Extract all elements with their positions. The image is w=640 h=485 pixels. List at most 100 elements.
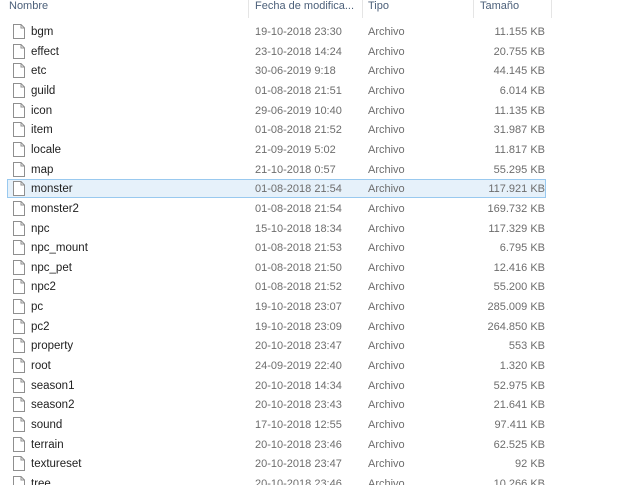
file-date: 19-10-2018 23:09 (255, 321, 342, 333)
file-size: 21.641 KB (493, 399, 545, 411)
file-row-property[interactable]: property 20-10-2018 23:47 Archivo 553 KB (7, 336, 546, 355)
file-row-npc_mount[interactable]: npc_mount 01-08-2018 21:53 Archivo 6.795 KB (7, 238, 546, 257)
file-name: locale (31, 144, 62, 156)
file-row-bgm[interactable]: bgm 19-10-2018 23:30 Archivo 11.155 KB (7, 22, 546, 41)
file-name: bgm (31, 26, 54, 38)
file-date: 20-10-2018 23:46 (255, 439, 342, 451)
file-size: 31.987 KB (493, 124, 545, 136)
file-name: npc_mount (31, 242, 88, 254)
file-type: Archivo (368, 26, 405, 38)
file-type: Archivo (368, 183, 405, 195)
file-row-monster2[interactable]: monster2 01-08-2018 21:54 Archivo 169.732 K… (7, 199, 546, 218)
file-row-pc[interactable]: pc 19-10-2018 23:07 Archivo 285.009 KB (7, 297, 546, 316)
file-name: effect (31, 46, 59, 58)
file-date: 20-10-2018 23:47 (255, 458, 342, 470)
file-row-guild[interactable]: guild 01-08-2018 21:51 Archivo 6.014 KB (7, 81, 546, 100)
file-name: sound (31, 419, 63, 431)
file-type: Archivo (368, 458, 405, 470)
file-type: Archivo (368, 124, 405, 136)
file-row-season1[interactable]: season1 20-10-2018 14:34 Archivo 52.975 KB (7, 376, 546, 395)
file-row-effect[interactable]: effect 23-10-2018 14:24 Archivo 20.755 KB (7, 42, 546, 61)
file-type: Archivo (368, 419, 405, 431)
file-size: 1.320 KB (499, 360, 545, 372)
file-name: root (31, 360, 51, 372)
file-date: 29-06-2019 10:40 (255, 105, 342, 117)
file-date: 20-10-2018 23:43 (255, 399, 342, 411)
file-size: 55.295 KB (493, 164, 545, 176)
file-icon (13, 221, 25, 236)
column-divider[interactable] (362, 0, 363, 18)
file-size: 62.525 KB (493, 439, 545, 451)
file-icon (13, 181, 25, 196)
file-icon (13, 260, 25, 275)
file-row-npc2[interactable]: npc2 01-08-2018 21:52 Archivo 55.200 KB (7, 277, 546, 296)
file-row-etc[interactable]: etc 30-06-2019 9:18 Archivo 44.145 KB (7, 61, 546, 80)
file-type: Archivo (368, 262, 405, 274)
file-row-root[interactable]: root 24-09-2019 22:40 Archivo 1.320 KB (7, 356, 546, 375)
file-icon (13, 103, 25, 118)
file-size: 6.795 KB (499, 242, 545, 254)
file-row-npc_pet[interactable]: npc_pet 01-08-2018 21:50 Archivo 12.416 KB (7, 258, 546, 277)
file-date: 30-06-2019 9:18 (255, 65, 336, 77)
file-icon (13, 83, 25, 98)
file-row-season2[interactable]: season2 20-10-2018 23:43 Archivo 21.641 KB (7, 395, 546, 414)
file-icon (13, 456, 25, 471)
file-type: Archivo (368, 380, 405, 392)
file-name: tree (31, 478, 51, 485)
file-row-npc[interactable]: npc 15-10-2018 18:34 Archivo 117.329 KB (7, 219, 546, 238)
file-date: 20-10-2018 14:34 (255, 380, 342, 392)
file-size: 52.975 KB (493, 380, 545, 392)
file-row-pc2[interactable]: pc2 19-10-2018 23:09 Archivo 264.850 KB (7, 317, 546, 336)
file-type: Archivo (368, 301, 405, 313)
file-size: 11.135 KB (494, 105, 545, 117)
column-header-date[interactable]: Fecha de modifica... (255, 0, 360, 14)
file-name: monster (31, 183, 73, 195)
file-size: 44.145 KB (493, 65, 545, 77)
file-name: pc (31, 301, 44, 313)
file-name: season1 (31, 380, 75, 392)
column-header-type[interactable]: Tipo (368, 0, 468, 14)
file-date: 01-08-2018 21:52 (255, 124, 342, 136)
file-icon (13, 142, 25, 157)
file-type: Archivo (368, 281, 405, 293)
file-icon (13, 437, 25, 452)
file-icon (13, 240, 25, 255)
file-size: 285.009 KB (487, 301, 546, 313)
file-icon (13, 24, 25, 39)
file-row-tree[interactable]: tree 20-10-2018 23:46 Archivo 10.266 KB (7, 474, 546, 485)
file-row-terrain[interactable]: terrain 20-10-2018 23:46 Archivo 62.525 KB (7, 435, 546, 454)
file-row-monster[interactable]: monster 01-08-2018 21:54 Archivo 117.921 KB (7, 179, 546, 198)
file-size: 55.200 KB (493, 281, 545, 293)
file-name: etc (31, 65, 47, 77)
file-type: Archivo (368, 46, 405, 58)
column-divider[interactable] (473, 0, 474, 18)
file-name: npc2 (31, 281, 56, 293)
file-name: season2 (31, 399, 75, 411)
file-size: 11.155 KB (494, 26, 545, 38)
file-icon (13, 162, 25, 177)
column-header-size[interactable]: Tamaño (480, 0, 550, 14)
file-type: Archivo (368, 85, 405, 97)
file-size: 20.755 KB (493, 46, 545, 58)
column-header: Nombre Fecha de modifica... Tipo Tamaño (0, 0, 640, 18)
file-size: 97.411 KB (494, 419, 545, 431)
file-type: Archivo (368, 478, 405, 485)
column-divider[interactable] (551, 0, 552, 18)
file-size: 117.329 KB (488, 223, 545, 235)
column-header-name[interactable]: Nombre (9, 0, 244, 14)
file-row-map[interactable]: map 21-10-2018 0:57 Archivo 55.295 KB (7, 160, 546, 179)
column-divider[interactable] (248, 0, 249, 18)
file-type: Archivo (368, 360, 405, 372)
file-row-textureset[interactable]: textureset 20-10-2018 23:47 Archivo 92 KB (7, 454, 546, 473)
file-date: 01-08-2018 21:54 (255, 183, 342, 195)
file-row-icon[interactable]: icon 29-06-2019 10:40 Archivo 11.135 KB (7, 101, 546, 120)
file-date: 21-09-2019 5:02 (255, 144, 336, 156)
file-icon (13, 44, 25, 59)
file-row-item[interactable]: item 01-08-2018 21:52 Archivo 31.987 KB (7, 120, 546, 139)
file-date: 01-08-2018 21:54 (255, 203, 342, 215)
file-type: Archivo (368, 144, 405, 156)
file-type: Archivo (368, 164, 405, 176)
file-row-locale[interactable]: locale 21-09-2019 5:02 Archivo 11.817 KB (7, 140, 546, 159)
file-size: 169.732 KB (487, 203, 546, 215)
file-row-sound[interactable]: sound 17-10-2018 12:55 Archivo 97.411 KB (7, 415, 546, 434)
